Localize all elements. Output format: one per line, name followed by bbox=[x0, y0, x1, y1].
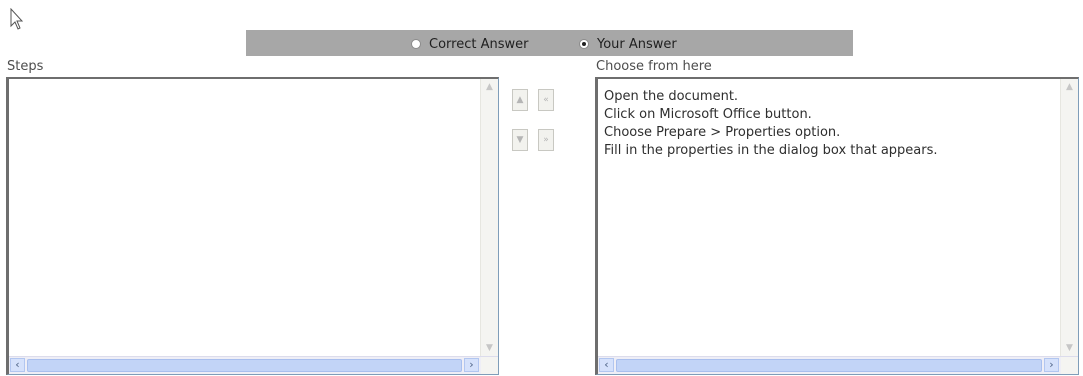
your-answer-label: Your Answer bbox=[597, 36, 677, 52]
vertical-scrollbar[interactable]: ▲ ▼ bbox=[480, 79, 498, 357]
answer-mode-bar: Correct Answer Your Answer bbox=[246, 30, 853, 56]
scroll-thumb[interactable] bbox=[27, 359, 462, 372]
list-item[interactable]: Choose Prepare > Properties option. bbox=[604, 124, 1058, 142]
horizontal-scrollbar[interactable]: ‹ › bbox=[598, 356, 1078, 374]
radio-circle[interactable] bbox=[411, 39, 421, 49]
correct-answer-radio[interactable]: Correct Answer bbox=[411, 35, 528, 53]
scroll-up-icon[interactable]: ▲ bbox=[484, 82, 495, 93]
scroll-left-icon[interactable]: ‹ bbox=[599, 358, 614, 372]
scroll-down-icon[interactable]: ▼ bbox=[484, 343, 495, 354]
choose-list: Open the document. Click on Microsoft Of… bbox=[604, 88, 1058, 160]
mouse-pointer-icon bbox=[10, 8, 24, 30]
scroll-up-icon[interactable]: ▲ bbox=[1064, 82, 1075, 93]
list-item[interactable]: Fill in the properties in the dialog box… bbox=[604, 142, 1058, 160]
scroll-left-icon[interactable]: ‹ bbox=[10, 358, 25, 372]
scroll-down-icon[interactable]: ▼ bbox=[1064, 343, 1075, 354]
choose-listbox[interactable]: Open the document. Click on Microsoft Of… bbox=[595, 77, 1079, 375]
vertical-scrollbar[interactable]: ▲ ▼ bbox=[1060, 79, 1078, 357]
correct-answer-label: Correct Answer bbox=[429, 36, 529, 52]
your-answer-radio[interactable]: Your Answer bbox=[579, 35, 677, 53]
list-item[interactable]: Click on Microsoft Office button. bbox=[604, 106, 1058, 124]
radio-circle-checked[interactable] bbox=[579, 39, 589, 49]
move-first-button[interactable]: « bbox=[538, 89, 554, 111]
move-down-button[interactable]: ▼ bbox=[512, 129, 528, 151]
scroll-right-icon[interactable]: › bbox=[1044, 358, 1059, 372]
list-item[interactable]: Open the document. bbox=[604, 88, 1058, 106]
horizontal-scrollbar[interactable]: ‹ › bbox=[9, 356, 498, 374]
steps-label: Steps bbox=[7, 59, 44, 74]
scroll-corner bbox=[481, 357, 498, 374]
scroll-corner bbox=[1061, 357, 1078, 374]
steps-listbox[interactable]: ▲ ▼ ‹ › bbox=[6, 77, 499, 375]
move-up-button[interactable]: ▲ bbox=[512, 89, 528, 111]
scroll-thumb[interactable] bbox=[616, 359, 1042, 372]
scroll-right-icon[interactable]: › bbox=[464, 358, 479, 372]
choose-label: Choose from here bbox=[596, 59, 712, 74]
move-last-button[interactable]: » bbox=[538, 129, 554, 151]
